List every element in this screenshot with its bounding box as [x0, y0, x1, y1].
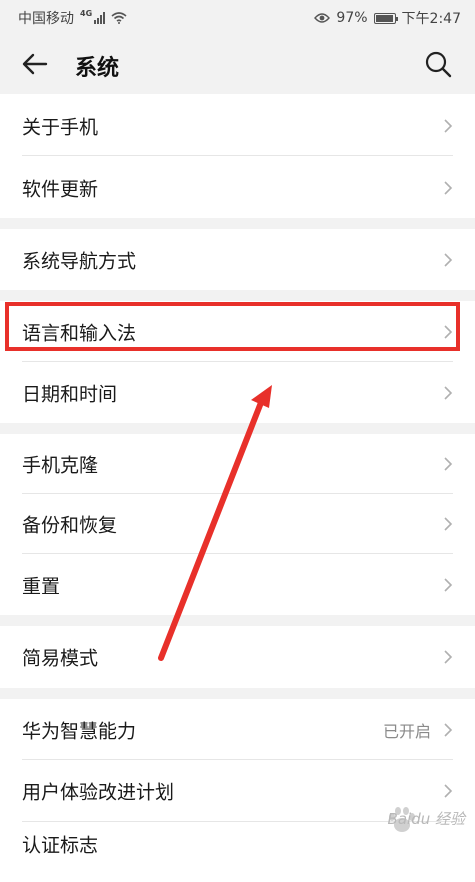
status-value: 已开启 — [382, 721, 431, 741]
settings-item-language-input[interactable]: 语言和输入法 — [0, 301, 475, 362]
section-gap — [0, 218, 475, 229]
item-label: 关于手机 — [22, 116, 99, 139]
chevron-right-icon — [444, 252, 453, 267]
chevron-right-icon — [444, 457, 453, 471]
carrier-label: 中国移动 — [18, 11, 74, 27]
eye-comfort-icon — [314, 13, 331, 23]
settings-item-phone-clone[interactable]: 手机克隆 — [0, 434, 475, 494]
item-label: 系统导航方式 — [22, 250, 137, 272]
chevron-right-icon — [444, 119, 453, 133]
section-gap — [0, 423, 475, 434]
chevron-right-icon — [444, 385, 453, 400]
item-label: 手机克隆 — [22, 454, 99, 477]
chevron-right-icon — [444, 650, 453, 664]
app-header: 系统 — [0, 34, 475, 94]
chevron-right-icon — [444, 722, 453, 737]
clock: 下午2:47 — [401, 11, 461, 27]
settings-item-software-update[interactable]: 软件更新 — [0, 157, 475, 218]
section-gap — [0, 688, 475, 699]
section-gap — [0, 290, 475, 301]
item-label: 重置 — [22, 575, 61, 597]
section-gap — [0, 615, 475, 626]
chevron-right-icon — [444, 517, 453, 531]
network-type: 4G — [80, 8, 93, 18]
settings-item-reset[interactable]: 重置 — [0, 554, 475, 615]
divider — [22, 155, 453, 156]
battery-percent: 97% — [336, 10, 368, 26]
chevron-right-icon — [444, 784, 453, 798]
page-title: 系统 — [75, 56, 120, 81]
arrow-left-icon[interactable] — [20, 49, 50, 79]
item-label: 华为智慧能力 — [22, 720, 137, 742]
watermark: Baidu 经验 — [387, 810, 465, 828]
battery-icon — [373, 12, 398, 24]
item-label: 软件更新 — [22, 178, 99, 200]
item-label: 认证标志 — [22, 834, 99, 857]
settings-item-about-phone[interactable]: 关于手机 — [0, 96, 475, 156]
chevron-right-icon — [444, 180, 453, 195]
signal-icon — [94, 12, 106, 24]
item-label: 简易模式 — [22, 647, 99, 670]
item-label: 用户体验改进计划 — [22, 781, 175, 804]
settings-item-navigation-mode[interactable]: 系统导航方式 — [0, 229, 475, 290]
item-label: 语言和输入法 — [22, 322, 137, 344]
item-label: 日期和时间 — [22, 383, 118, 405]
settings-item-huawei-ai[interactable]: 华为智慧能力 已开启 — [0, 699, 475, 760]
chevron-right-icon — [444, 324, 453, 339]
settings-item-simple-mode[interactable]: 简易模式 — [0, 626, 475, 688]
status-bar: 中国移动 4G 97% 下午2:47 — [0, 0, 475, 34]
chevron-right-icon — [444, 577, 453, 592]
item-label: 备份和恢复 — [22, 514, 118, 537]
wifi-icon — [111, 12, 127, 24]
settings-item-backup-restore[interactable]: 备份和恢复 — [0, 494, 475, 554]
settings-item-date-time[interactable]: 日期和时间 — [0, 362, 475, 423]
search-icon[interactable] — [423, 49, 453, 79]
